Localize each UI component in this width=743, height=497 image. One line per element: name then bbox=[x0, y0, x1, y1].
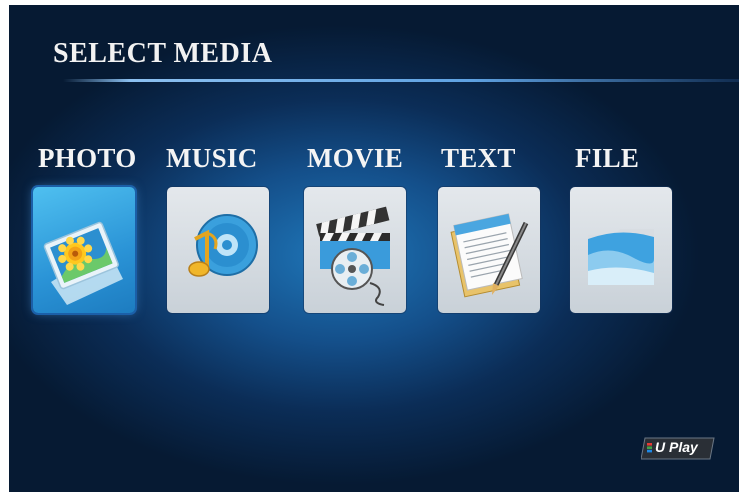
file-icon bbox=[588, 229, 654, 285]
media-label-text: TEXT bbox=[441, 143, 516, 173]
media-label-photo: PHOTO bbox=[38, 143, 137, 173]
media-label-movie: MOVIE bbox=[307, 143, 403, 173]
media-label-file: FILE bbox=[575, 143, 640, 173]
media-tile-movie[interactable] bbox=[304, 187, 406, 313]
brand-logo-text: U Play bbox=[655, 439, 698, 455]
media-tile-music[interactable] bbox=[167, 187, 269, 313]
media-tile-text[interactable] bbox=[438, 187, 540, 313]
photo-icon bbox=[43, 221, 123, 305]
page-title: SELECT MEDIA bbox=[53, 38, 273, 69]
text-icon bbox=[450, 213, 529, 298]
media-label-music: MUSIC bbox=[166, 143, 258, 173]
music-icon bbox=[188, 214, 258, 277]
media-tile-file[interactable] bbox=[570, 187, 672, 313]
media-tile-photo[interactable] bbox=[33, 187, 135, 313]
uplay-logo: U Play bbox=[640, 436, 716, 461]
movie-icon bbox=[316, 206, 390, 306]
title-divider bbox=[63, 79, 739, 82]
media-select-screen: SELECT MEDIA PHOTO MUSIC MOVIE TEXT FILE bbox=[9, 5, 739, 492]
